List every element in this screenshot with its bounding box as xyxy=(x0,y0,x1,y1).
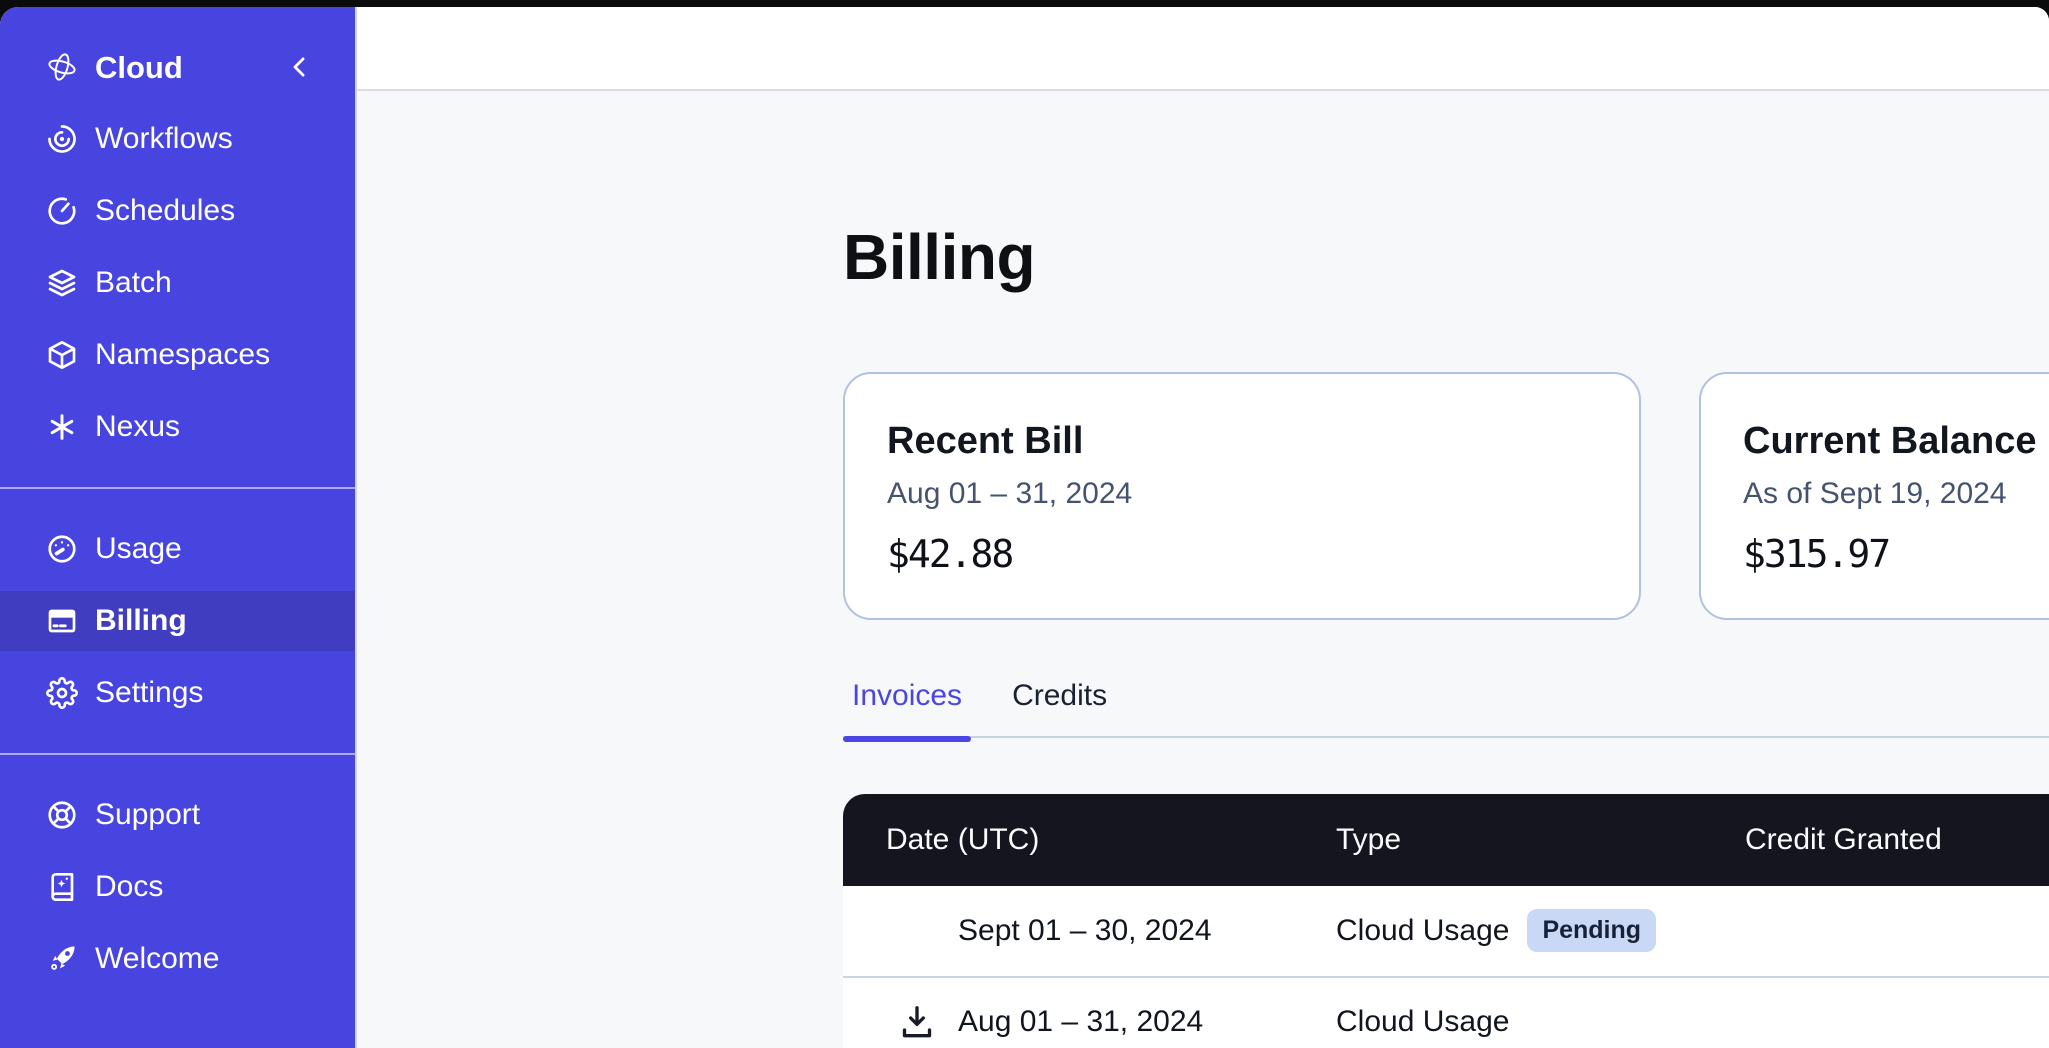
sidebar-item-label: Settings xyxy=(95,678,203,708)
batch-layers-icon xyxy=(46,267,78,299)
invoice-type: Cloud Usage xyxy=(1336,1005,1509,1039)
nexus-asterisk-icon xyxy=(46,411,78,443)
sidebar-brand-cloud[interactable]: Cloud xyxy=(0,37,355,97)
download-invoice-icon[interactable] xyxy=(897,1002,937,1042)
sidebar-item-batch[interactable]: Batch xyxy=(0,253,355,313)
sidebar-item-support[interactable]: Support xyxy=(0,785,355,845)
sidebar-item-label: Workflows xyxy=(95,124,233,154)
status-badge: Pending xyxy=(1527,909,1656,952)
card-amount: $42.88 xyxy=(887,532,1597,578)
sidebar: Cloud Workflows Schedule xyxy=(0,7,357,1048)
recent-bill-card: Recent Bill Aug 01 – 31, 2024 $42.88 xyxy=(843,372,1641,620)
orbit-icon xyxy=(46,51,78,83)
sidebar-item-label: Schedules xyxy=(95,196,235,226)
invoice-date-cell: Sept 01 – 30, 2024 xyxy=(843,914,1336,948)
invoice-date: Aug 01 – 31, 2024 xyxy=(958,1005,1203,1039)
sidebar-item-label: Support xyxy=(95,800,200,830)
invoice-type-cell: Cloud Usage xyxy=(1336,1005,1745,1039)
billing-page: Billing Recent Bill Aug 01 – 31, 2024 $4… xyxy=(843,91,2049,1048)
invoices-table: Date (UTC) Type Credit Granted Sept 01 –… xyxy=(843,794,2049,1048)
collapse-sidebar-icon[interactable] xyxy=(285,52,315,82)
billing-card-icon xyxy=(46,605,78,637)
sidebar-divider xyxy=(0,487,355,489)
card-title: Recent Bill xyxy=(887,420,1597,464)
content-area: Billing Recent Bill Aug 01 – 31, 2024 $4… xyxy=(357,91,2049,1048)
invoice-date: Sept 01 – 30, 2024 xyxy=(958,914,1212,948)
top-bar xyxy=(357,7,2049,91)
sidebar-item-label: Docs xyxy=(95,872,163,902)
docs-book-icon xyxy=(46,871,78,903)
tab-credits[interactable]: Credits xyxy=(1003,678,1116,736)
column-header-credit-granted: Credit Granted xyxy=(1745,823,2049,857)
page-title: Billing xyxy=(843,219,2049,296)
welcome-rocket-icon xyxy=(46,943,78,975)
sidebar-item-workflows[interactable]: Workflows xyxy=(0,109,355,169)
sidebar-item-usage[interactable]: Usage xyxy=(0,519,355,579)
sidebar-item-label: Billing xyxy=(95,606,187,636)
card-amount: $315.97 xyxy=(1743,532,2049,578)
sidebar-divider xyxy=(0,753,355,755)
table-header-row: Date (UTC) Type Credit Granted xyxy=(843,794,2049,886)
sidebar-item-billing[interactable]: Billing xyxy=(0,591,355,651)
app-window: Cloud Workflows Schedule xyxy=(0,7,2049,1048)
namespaces-cube-icon xyxy=(46,339,78,371)
sidebar-item-namespaces[interactable]: Namespaces xyxy=(0,325,355,385)
settings-gear-icon xyxy=(46,677,78,709)
sidebar-item-label: Batch xyxy=(95,268,172,298)
card-subtitle: Aug 01 – 31, 2024 xyxy=(887,476,1597,512)
column-header-date: Date (UTC) xyxy=(843,823,1336,857)
card-title: Current Balance xyxy=(1743,420,2049,464)
sidebar-item-docs[interactable]: Docs xyxy=(0,857,355,917)
table-row: Aug 01 – 31, 2024 Cloud Usage xyxy=(843,976,2049,1048)
sidebar-item-nexus[interactable]: Nexus xyxy=(0,397,355,457)
table-row: Sept 01 – 30, 2024 Cloud Usage Pending xyxy=(843,886,2049,976)
main-area: Billing Recent Bill Aug 01 – 31, 2024 $4… xyxy=(357,7,2049,1048)
sidebar-item-label: Usage xyxy=(95,534,182,564)
sidebar-brand-label: Cloud xyxy=(95,52,183,83)
invoice-date-cell: Aug 01 – 31, 2024 xyxy=(843,1002,1336,1042)
usage-gauge-icon xyxy=(46,533,78,565)
support-lifebuoy-icon xyxy=(46,799,78,831)
sidebar-item-schedules[interactable]: Schedules xyxy=(0,181,355,241)
sidebar-item-label: Namespaces xyxy=(95,340,270,370)
workflows-spiral-icon xyxy=(46,123,78,155)
current-balance-card: Current Balance As of Sept 19, 2024 $315… xyxy=(1699,372,2049,620)
card-subtitle: As of Sept 19, 2024 xyxy=(1743,476,2049,512)
column-header-type: Type xyxy=(1336,823,1745,857)
sidebar-item-label: Welcome xyxy=(95,944,219,974)
invoice-type: Cloud Usage xyxy=(1336,914,1509,948)
schedules-timer-icon xyxy=(46,195,78,227)
sidebar-item-settings[interactable]: Settings xyxy=(0,663,355,723)
invoice-type-cell: Cloud Usage Pending xyxy=(1336,909,1745,952)
summary-cards: Recent Bill Aug 01 – 31, 2024 $42.88 Cur… xyxy=(843,372,2049,620)
sidebar-item-welcome[interactable]: Welcome xyxy=(0,929,355,989)
sidebar-item-label: Nexus xyxy=(95,412,180,442)
billing-tabs: Invoices Credits xyxy=(843,678,2049,738)
tab-invoices[interactable]: Invoices xyxy=(843,678,971,736)
